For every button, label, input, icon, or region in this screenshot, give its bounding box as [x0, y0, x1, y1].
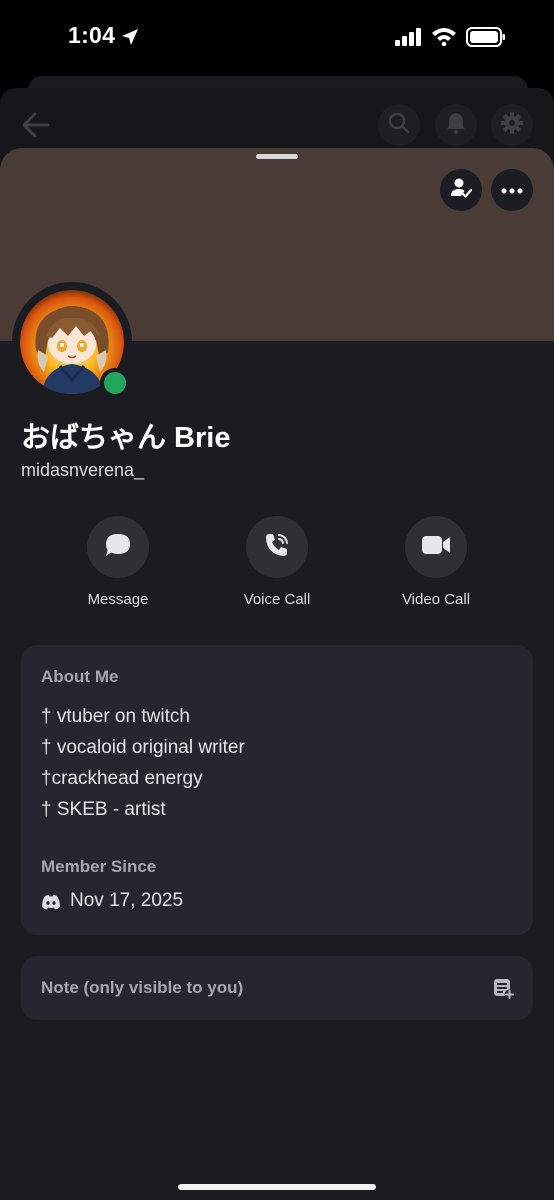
bio-line: †crackhead energy — [41, 768, 203, 789]
home-indicator[interactable] — [178, 1184, 376, 1190]
status-time: 1:04 — [68, 22, 116, 48]
avatar-frame[interactable] — [12, 282, 132, 402]
discord-logo-icon — [41, 894, 61, 915]
bio-line: † vocaloid original writer — [41, 737, 245, 758]
location-arrow-icon — [121, 28, 139, 51]
profile-sheet: おばちゃん Brie midasnverena_ Message Voice C… — [0, 148, 554, 1200]
message-action[interactable]: Message — [48, 516, 188, 608]
video-call-label: Video Call — [401, 591, 471, 608]
video-camera-icon — [421, 534, 451, 561]
friend-check-icon — [450, 177, 473, 204]
ellipsis-icon — [501, 181, 523, 199]
message-label: Message — [87, 591, 149, 608]
bio-line: † SKEB - artist — [41, 799, 166, 820]
member-since-date: Nov 17, 2025 — [70, 890, 184, 911]
voice-call-button[interactable] — [246, 516, 308, 578]
video-call-action[interactable]: Video Call — [366, 516, 506, 608]
voice-call-action[interactable]: Voice Call — [207, 516, 347, 608]
display-name: おばちゃん Brie — [21, 422, 231, 454]
about-me-heading: About Me — [41, 667, 119, 686]
voice-call-label: Voice Call — [243, 591, 311, 608]
cellular-signal-icon — [395, 28, 423, 51]
username[interactable]: midasnverena_ — [21, 460, 144, 481]
member-since-heading: Member Since — [41, 857, 157, 876]
battery-icon — [466, 27, 506, 52]
message-icon — [104, 532, 132, 563]
background-settings-button[interactable] — [491, 104, 533, 146]
bio-line: † vtuber on twitch — [41, 706, 190, 727]
status-bar: 1:04 — [0, 0, 554, 76]
wifi-icon — [431, 26, 457, 51]
message-button[interactable] — [87, 516, 149, 578]
video-call-button[interactable] — [405, 516, 467, 578]
phone-icon — [263, 531, 291, 564]
back-arrow-icon[interactable] — [22, 112, 50, 143]
background-notifications-button[interactable] — [435, 104, 477, 146]
more-options-button[interactable] — [491, 169, 533, 211]
online-status-indicator — [100, 368, 130, 398]
sheet-grabber[interactable] — [256, 154, 298, 159]
friend-status-button[interactable] — [440, 169, 482, 211]
background-search-button[interactable] — [378, 104, 420, 146]
add-note-icon[interactable] — [493, 978, 515, 1005]
search-icon — [388, 112, 410, 139]
bell-icon — [446, 112, 466, 139]
about-me-card: About Me † vtuber on twitch † vocaloid o… — [21, 645, 533, 935]
gear-icon — [501, 111, 523, 139]
note-label: Note (only visible to you) — [41, 978, 244, 997]
note-field[interactable]: Note (only visible to you) — [21, 956, 533, 1020]
